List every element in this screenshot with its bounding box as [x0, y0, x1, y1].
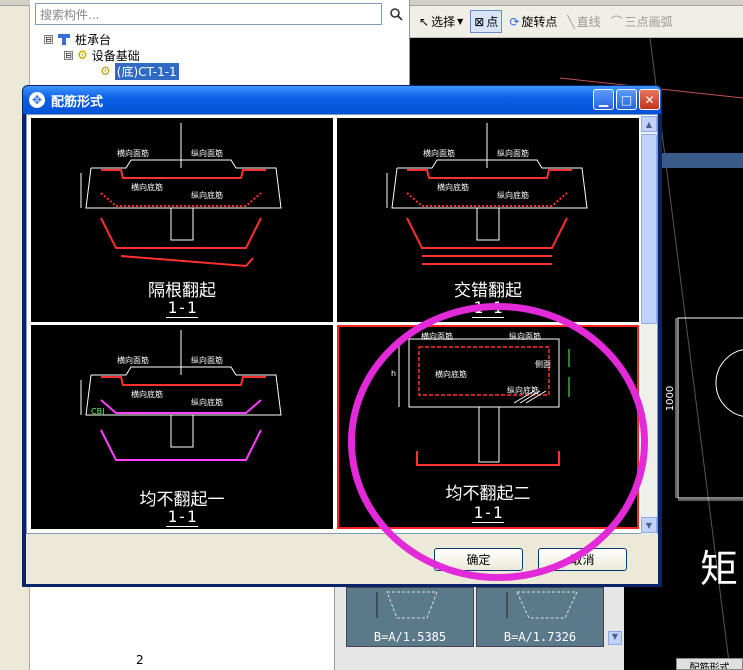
section-mark: 1-1 [471, 503, 505, 523]
label-bottom-transverse: 横向底筋 [131, 183, 163, 192]
dialog-client: 横向面筋 纵向面筋 横向底筋 纵向底筋 隔根翻起 1-1 横向面筋 纵向面筋 横… [26, 114, 658, 584]
line-label: 直线 [576, 15, 601, 29]
line-button[interactable]: ╲ 直线 [564, 11, 603, 32]
minimize-button[interactable]: ▁ [593, 89, 614, 110]
label-bottom-longitudinal: 纵向底筋 [497, 191, 529, 200]
minimize-icon: ▁ [598, 92, 609, 107]
scroll-down-button[interactable]: ▼ [608, 631, 622, 645]
tree-item-label: 设备基础 [91, 48, 140, 63]
option-jun-bu-fan-qi-1[interactable]: 横向面筋 纵向面筋 横向底筋 纵向底筋 CBJ 均不翻起一 1-1 [31, 325, 333, 529]
tree-item-equipment-foundation[interactable]: ⊟ ⚙ 设备基础 [64, 47, 140, 63]
label-bottom-longitudinal: 纵向底筋 [507, 386, 539, 395]
chevron-down-icon: ▼ [611, 632, 619, 641]
option-jun-bu-fan-qi-2[interactable]: 横向面筋 纵向面筋 横向底筋 纵向底筋 侧面 h 均不翻起二 1-1 [337, 325, 639, 529]
label-top-transverse: 横向面筋 [421, 332, 453, 341]
pile-cap-icon [58, 34, 70, 45]
thumb-b-2[interactable]: B=A/1.7326 [476, 587, 604, 647]
option-geng-fan-qi[interactable]: 横向面筋 纵向面筋 横向底筋 纵向底筋 隔根翻起 1-1 [31, 118, 333, 322]
close-icon: ✕ [644, 92, 655, 107]
label-bottom-longitudinal: 纵向底筋 [191, 191, 223, 200]
scroll-up-button[interactable]: ▲ [641, 116, 657, 132]
option-jiao-cuo-fan-qi[interactable]: 横向面筋 纵向面筋 横向底筋 纵向底筋 交错翻起 1-1 [337, 118, 639, 322]
thumbnail-panel: B=A/1.5385 B=A/1.7326 ▼ [336, 585, 624, 670]
rotate-icon: ⟳ [509, 14, 520, 29]
label-cbj: CBJ [91, 407, 105, 416]
arc-icon: ⌒ [610, 15, 623, 29]
label-side: 侧面 [535, 360, 551, 369]
section-mark: 1-1 [165, 507, 199, 527]
dialog-title: 配筋形式 [51, 94, 104, 110]
cad-text: 矩 [700, 547, 739, 591]
label-bottom-transverse: 横向底筋 [437, 183, 469, 192]
rebar-form-dialog: ✥ 配筋形式 ▁ □ ✕ 横向面筋 纵向面筋 横向底筋 纵向底筋 隔根翻起 1-… [22, 85, 662, 587]
select-label: 选择 [431, 15, 456, 29]
page-number: 2 [136, 653, 144, 667]
collapse-icon[interactable]: ⊟ [44, 34, 53, 44]
label-top-longitudinal: 纵向面筋 [497, 149, 529, 158]
app-icon: ✥ [29, 92, 45, 108]
point-icon: ⊠ [474, 14, 485, 29]
close-button[interactable]: ✕ [639, 89, 660, 110]
bottom-tab[interactable]: 配筋形式 [676, 658, 743, 670]
arc-button[interactable]: ⌒ 三点画弧 [608, 11, 676, 32]
maximize-button[interactable]: □ [616, 89, 637, 110]
dialog-titlebar[interactable]: ✥ 配筋形式 ▁ □ ✕ [23, 86, 661, 114]
label-top-transverse: 横向面筋 [423, 149, 455, 158]
tree-item-label: (底)CT-1-1 [114, 62, 179, 80]
option-grid-scrollbar[interactable]: ▲ ▼ [641, 116, 657, 534]
gear-icon: ⚙ [100, 64, 111, 78]
point-label: 点 [486, 15, 499, 29]
tree-item-pile-cap[interactable]: ⊟ 桩承台 [44, 31, 111, 47]
label-top-longitudinal: 纵向面筋 [191, 356, 223, 365]
cad-dimension: 1000 [665, 385, 677, 412]
search-button[interactable] [385, 3, 407, 25]
scroll-down-button[interactable]: ▼ [641, 517, 657, 533]
tree-item-ct-1-1[interactable]: ⚙ (底)CT-1-1 [100, 62, 179, 80]
chevron-up-icon: ▲ [645, 119, 653, 129]
cancel-button[interactable]: 取消 [538, 548, 627, 571]
section-mark: 1-1 [165, 298, 199, 318]
label-top-transverse: 横向面筋 [117, 356, 149, 365]
thumb-label: B=A/1.5385 [373, 630, 447, 644]
search-input[interactable]: 搜索构件... [35, 3, 382, 25]
section-mark: 1-1 [471, 298, 505, 318]
gear-icon: ⚙ [77, 48, 88, 62]
label-bottom-longitudinal: 纵向底筋 [191, 398, 223, 407]
rotate-point-button[interactable]: ⟳ 旋转点 [506, 11, 560, 32]
arc-label: 三点画弧 [624, 15, 673, 29]
label-h: h [391, 369, 397, 378]
label-bottom-transverse: 横向底筋 [435, 370, 467, 379]
line-icon: ╲ [567, 14, 575, 29]
maximize-icon: □ [620, 92, 633, 107]
left-lower-panel: 2 [30, 585, 335, 670]
ok-button[interactable]: 确定 [434, 548, 523, 571]
chevron-down-icon: ▼ [645, 520, 653, 530]
label-bottom-transverse: 横向底筋 [131, 390, 163, 399]
option-grid: 横向面筋 纵向面筋 横向底筋 纵向底筋 隔根翻起 1-1 横向面筋 纵向面筋 横… [26, 114, 658, 534]
thumb-label: B=A/1.7326 [503, 630, 577, 644]
option-name: 均不翻起二 [445, 484, 531, 504]
component-tree-panel: 搜索构件... ⊟ 桩承台 ⊟ ⚙ 设备基础 ⚙ (底)CT-1-1 [30, 0, 410, 92]
rotate-point-label: 旋转点 [521, 15, 558, 29]
chevron-down-icon: ▼ [457, 17, 464, 26]
pointer-icon: ↖ [419, 14, 430, 29]
label-top-transverse: 横向面筋 [117, 149, 149, 158]
scroll-thumb[interactable] [641, 134, 657, 324]
draw-toolbar: ↖ 选择 ▼ ⊠ 点 ⟳ 旋转点 ╲ 直线 ⌒ 三点画弧 [410, 6, 743, 38]
point-button[interactable]: ⊠ 点 [470, 10, 503, 33]
select-button[interactable]: ↖ 选择 ▼ [416, 11, 466, 32]
collapse-icon[interactable]: ⊟ [64, 50, 73, 60]
thumb-b-1[interactable]: B=A/1.5385 [346, 587, 474, 647]
search-icon [390, 8, 403, 21]
label-top-longitudinal: 纵向面筋 [509, 332, 541, 341]
label-top-longitudinal: 纵向面筋 [191, 149, 223, 158]
tree-item-label: 桩承台 [75, 32, 112, 47]
